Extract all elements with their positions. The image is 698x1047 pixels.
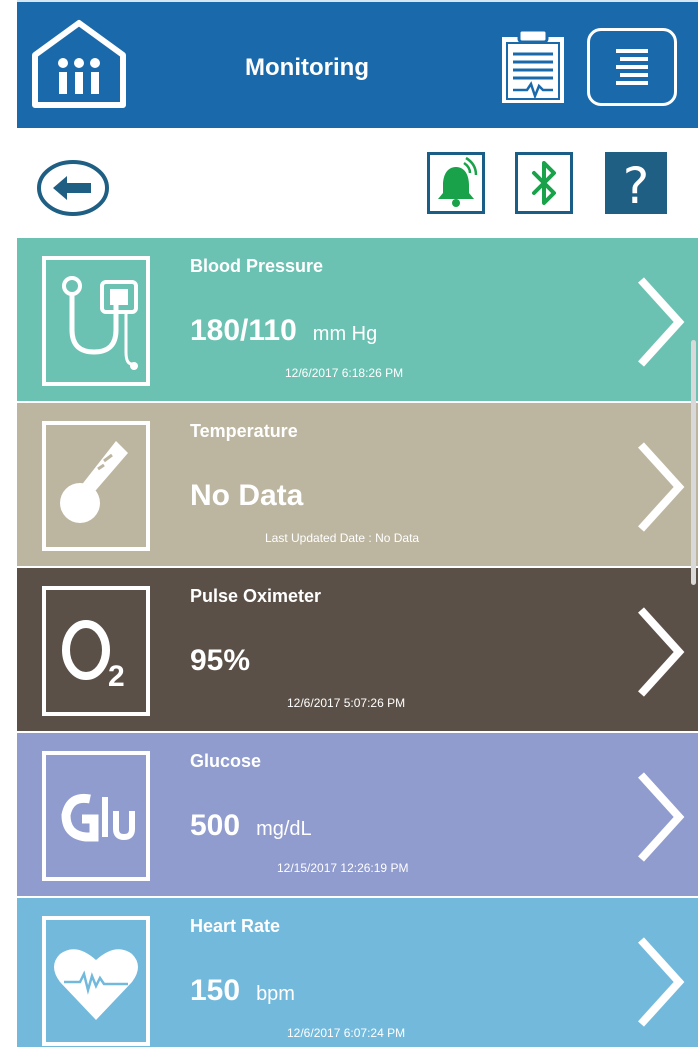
help-button[interactable]: ? <box>605 152 667 215</box>
reading-temperature[interactable]: Temperature No Data Last Updated Date : … <box>17 403 698 568</box>
reading-timestamp: 12/6/2017 6:07:24 PM <box>287 1026 406 1040</box>
reading-value-number: 180/110 <box>190 314 297 347</box>
bluetooth-icon <box>532 161 556 205</box>
monitoring-screen: Monitoring ? Blood Pressure 180/110 mm H… <box>17 0 698 1047</box>
reading-timestamp: 12/6/2017 5:07:26 PM <box>287 696 406 710</box>
clipboard-report-icon[interactable] <box>495 26 571 106</box>
arrow-left-icon <box>37 160 109 216</box>
reading-glucose[interactable]: Glucose 500 mg/dL 12/15/2017 12:26:19 PM <box>17 733 698 898</box>
alarm-button[interactable] <box>427 152 485 214</box>
reading-timestamp: 12/6/2017 6:18:26 PM <box>285 366 404 380</box>
chevron-right-icon <box>629 934 689 1030</box>
reading-title: Glucose <box>190 751 262 771</box>
reading-blood-pressure[interactable]: Blood Pressure 180/110 mm Hg 12/6/2017 6:… <box>17 238 698 403</box>
thermometer-icon <box>42 421 150 551</box>
scrollbar[interactable] <box>691 340 696 585</box>
reading-title: Blood Pressure <box>190 256 324 276</box>
reading-unit: bpm <box>256 983 295 1005</box>
reading-value: 180/110 mm Hg <box>190 314 377 348</box>
svg-text:2: 2 <box>108 660 125 693</box>
reading-value: 150 bpm <box>190 974 295 1008</box>
reading-title: Temperature <box>190 421 298 441</box>
reading-value: No Data <box>190 479 303 513</box>
page-title: Monitoring <box>245 54 369 81</box>
reading-title: Heart Rate <box>190 916 281 936</box>
chevron-right-icon <box>629 604 689 700</box>
reading-value-number: 500 <box>190 809 241 842</box>
chevron-right-icon <box>629 769 689 865</box>
reading-unit: mm Hg <box>312 323 378 345</box>
reading-title: Pulse Oximeter <box>190 586 322 606</box>
reading-value-number: 95% <box>190 644 251 677</box>
heart-pulse-icon <box>42 916 150 1046</box>
reading-pulse-oximeter[interactable]: 2 Pulse Oximeter 95% 12/6/2017 5:07:26 P… <box>17 568 698 733</box>
bluetooth-button[interactable] <box>515 152 573 214</box>
chevron-right-icon <box>629 439 689 535</box>
home-users-icon[interactable] <box>29 17 129 109</box>
o2-icon: 2 <box>42 586 150 716</box>
reading-heart-rate[interactable]: Heart Rate 150 bpm 12/6/2017 6:07:24 PM <box>17 898 698 1047</box>
reading-value: 95% <box>190 644 250 678</box>
chevron-right-icon <box>629 274 689 370</box>
app-header: Monitoring <box>17 0 698 128</box>
menu-list-button[interactable] <box>587 28 677 106</box>
glucose-icon <box>42 751 150 881</box>
reading-timestamp: 12/15/2017 12:26:19 PM <box>277 861 409 875</box>
reading-value-number: 150 <box>190 974 241 1007</box>
help-label: ? <box>622 157 650 215</box>
blood-pressure-cuff-icon <box>42 256 150 386</box>
reading-value-number: No Data <box>190 479 304 512</box>
reading-value: 500 mg/dL <box>190 809 312 843</box>
toolbar: ? <box>17 128 698 238</box>
menu-list-icon <box>616 49 648 85</box>
back-button[interactable] <box>35 158 111 218</box>
bell-alert-icon <box>438 156 478 207</box>
reading-timestamp: Last Updated Date : No Data <box>265 531 420 545</box>
reading-unit: mg/dL <box>256 818 312 840</box>
